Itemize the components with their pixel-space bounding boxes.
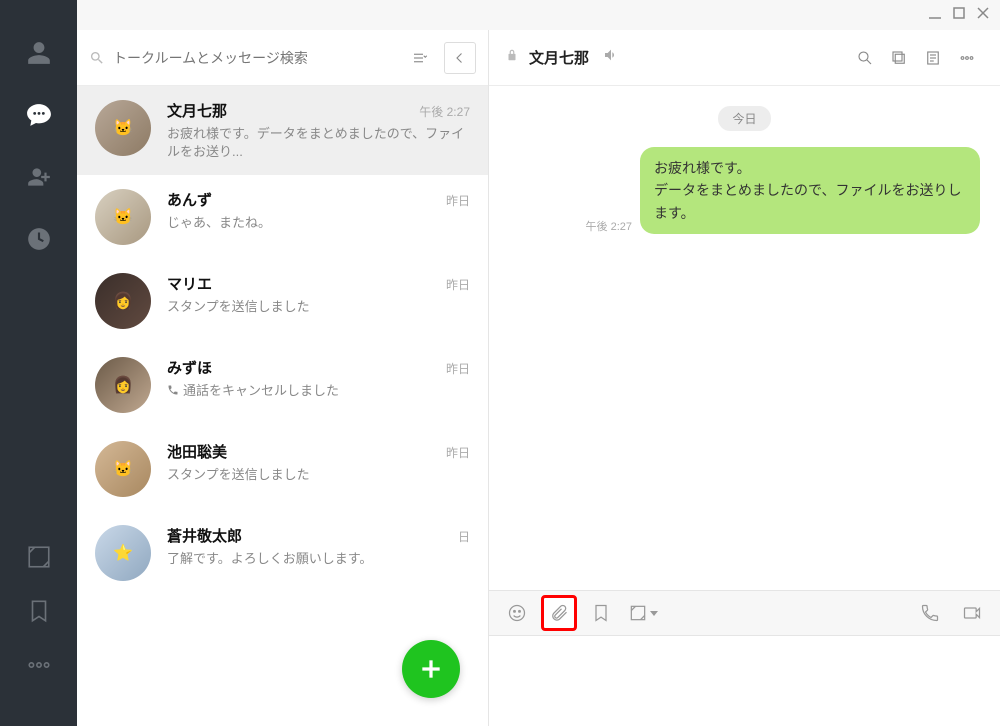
chat-item-0[interactable]: 🐱 文月七那 午後 2:27 お疲れ様です。データをまとめましたので、ファイルをお… bbox=[77, 86, 488, 175]
maximize-button[interactable] bbox=[952, 6, 966, 25]
search-box[interactable] bbox=[89, 50, 396, 66]
message-input[interactable] bbox=[501, 648, 988, 714]
chats-icon[interactable] bbox=[26, 102, 52, 128]
chat-title: 文月七那 bbox=[529, 47, 589, 68]
avatar: 👩 bbox=[95, 357, 151, 413]
chat-item-3[interactable]: 👩 みずほ 昨日 通話をキャンセルしました bbox=[77, 343, 488, 427]
chat-name: 池田聡美 bbox=[167, 441, 227, 462]
chat-name: 文月七那 bbox=[167, 100, 227, 121]
keep-icon[interactable] bbox=[26, 598, 52, 624]
search-icon bbox=[89, 50, 105, 66]
sort-button[interactable] bbox=[404, 42, 436, 74]
phone-icon bbox=[167, 384, 179, 396]
chat-time: 昨日 bbox=[446, 276, 470, 293]
chat-list-panel: 🐱 文月七那 午後 2:27 お疲れ様です。データをまとめましたので、ファイルをお… bbox=[77, 30, 489, 726]
lock-icon bbox=[505, 48, 519, 67]
message-bubble: お疲れ様です。 データをまとめましたので、ファイルをお送りします。 bbox=[640, 147, 980, 234]
search-chat-icon[interactable] bbox=[848, 41, 882, 75]
minimize-button[interactable] bbox=[928, 6, 942, 25]
chat-time: 昨日 bbox=[446, 360, 470, 377]
input-toolbar bbox=[489, 590, 1000, 636]
chat-item-2[interactable]: 👩 マリエ 昨日 スタンプを送信しました bbox=[77, 259, 488, 343]
keep-button[interactable] bbox=[583, 595, 619, 631]
chat-pane: 文月七那 今日 午後 2:27 お疲れ様です。 データをまとめましたので、ファイ… bbox=[489, 30, 1000, 726]
plus-icon bbox=[418, 656, 444, 682]
chat-item-5[interactable]: ⭐ 蒼井敬太郎 日 了解です。よろしくお願いします。 bbox=[77, 511, 488, 595]
close-button[interactable] bbox=[976, 6, 990, 25]
avatar: ⭐ bbox=[95, 525, 151, 581]
capture-button[interactable] bbox=[625, 595, 661, 631]
chat-name: マリエ bbox=[167, 273, 212, 294]
video-call-button[interactable] bbox=[954, 595, 990, 631]
friends-icon[interactable] bbox=[26, 40, 52, 66]
more-icon[interactable] bbox=[26, 652, 52, 678]
chat-preview: 了解です。よろしくお願いします。 bbox=[167, 550, 470, 568]
message-row: 午後 2:27 お疲れ様です。 データをまとめましたので、ファイルをお送りします… bbox=[509, 147, 980, 234]
chat-time: 午後 2:27 bbox=[419, 103, 470, 120]
add-friend-icon[interactable] bbox=[26, 164, 52, 190]
chat-name: 蒼井敬太郎 bbox=[167, 525, 242, 546]
message-input-area[interactable] bbox=[489, 636, 1000, 726]
chat-preview: お疲れ様です。データをまとめましたので、ファイルをお送り... bbox=[167, 125, 470, 161]
popout-icon[interactable] bbox=[882, 41, 916, 75]
chat-time: 昨日 bbox=[446, 444, 470, 461]
chat-item-1[interactable]: 🐱 あんず 昨日 じゃあ、またね。 bbox=[77, 175, 488, 259]
search-input[interactable] bbox=[113, 50, 396, 66]
notes-icon[interactable] bbox=[916, 41, 950, 75]
chat-preview: じゃあ、またね。 bbox=[167, 214, 470, 232]
new-chat-button[interactable] bbox=[402, 640, 460, 698]
chat-name: みずほ bbox=[167, 357, 212, 378]
chat-name: あんず bbox=[167, 189, 212, 210]
chat-preview: スタンプを送信しました bbox=[167, 298, 470, 316]
chat-item-4[interactable]: 🐱 池田聡美 昨日 スタンプを送信しました bbox=[77, 427, 488, 511]
emoji-button[interactable] bbox=[499, 595, 535, 631]
collapse-button[interactable] bbox=[444, 42, 476, 74]
timeline-icon[interactable] bbox=[26, 226, 52, 252]
volume-icon[interactable] bbox=[603, 47, 619, 68]
chat-preview: スタンプを送信しました bbox=[167, 466, 470, 484]
avatar: 👩 bbox=[95, 273, 151, 329]
date-separator: 今日 bbox=[509, 106, 980, 131]
avatar: 🐱 bbox=[95, 100, 151, 156]
menu-more-icon[interactable] bbox=[950, 41, 984, 75]
attach-button[interactable] bbox=[541, 595, 577, 631]
capture-icon[interactable] bbox=[26, 544, 52, 570]
chat-time: 日 bbox=[458, 528, 470, 545]
chat-preview: 通話をキャンセルしました bbox=[167, 382, 470, 400]
chat-time: 昨日 bbox=[446, 192, 470, 209]
avatar: 🐱 bbox=[95, 189, 151, 245]
main-sidebar bbox=[0, 0, 77, 726]
avatar: 🐱 bbox=[95, 441, 151, 497]
call-button[interactable] bbox=[912, 595, 948, 631]
message-time: 午後 2:27 bbox=[586, 218, 632, 234]
